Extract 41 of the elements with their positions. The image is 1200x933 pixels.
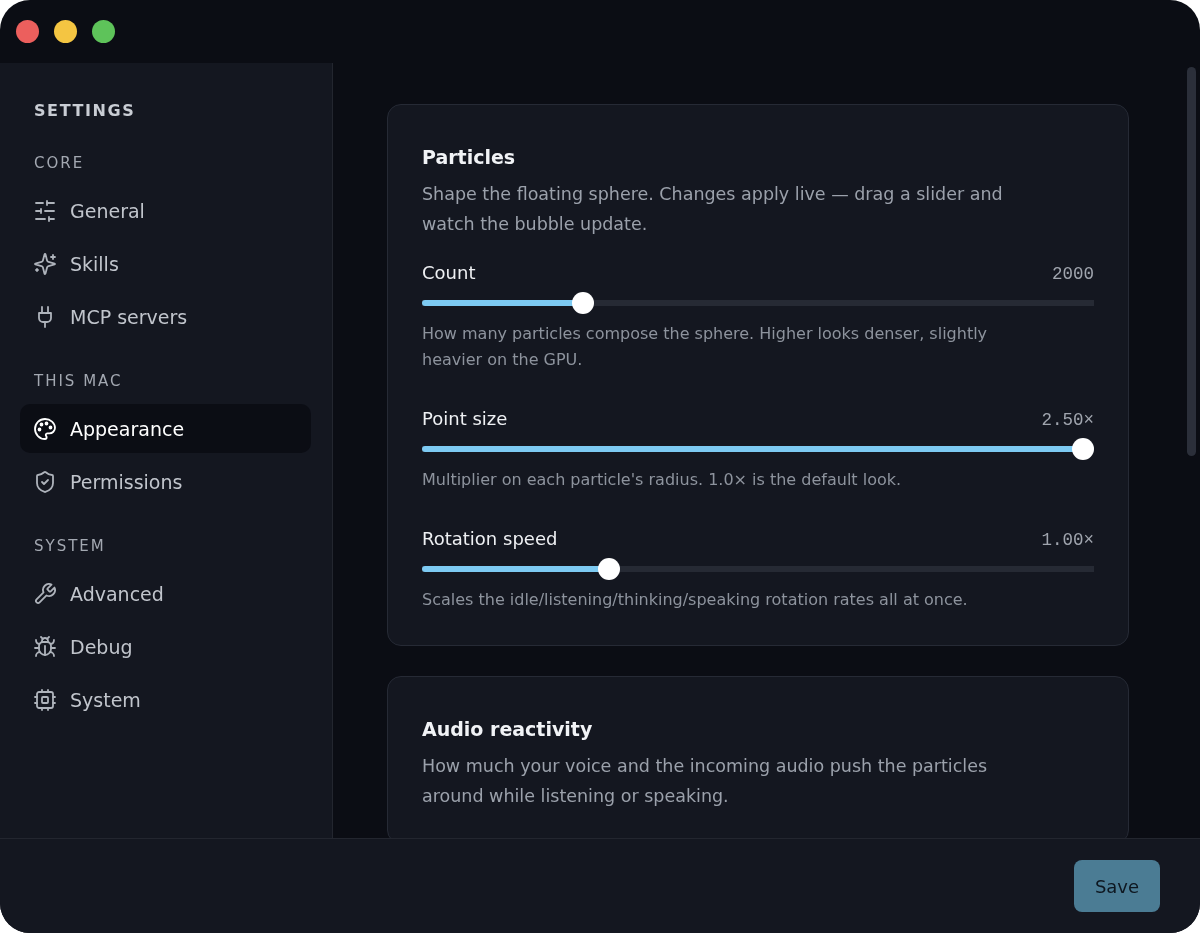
slider-label: Rotation speed [422,527,558,551]
slider-label: Point size [422,407,508,431]
sidebar-item[interactable]: Debug [20,622,311,671]
card-title: Audio reactivity [422,717,594,742]
close-icon[interactable] [16,20,39,43]
card-title: Particles [422,145,517,170]
sparkle-icon [34,252,56,275]
sidebar-heading: SETTINGS [33,100,137,122]
slider-thumb[interactable] [571,292,594,314]
card-description: Shape the floating sphere. Changes apply live — drag a slider and watch the bubble update. [422,183,1004,236]
scrollbar-thumb[interactable] [1187,67,1196,456]
group-label: CORE [33,153,86,174]
palette-icon [34,417,56,440]
slider-thumb[interactable] [597,558,620,580]
group-label: THIS MAC [33,371,124,392]
minimize-icon[interactable] [54,20,77,43]
bug-icon [34,635,56,658]
chip-icon [34,688,56,711]
sidebar-item[interactable]: Appearance [20,404,311,453]
wrench-icon [34,582,56,605]
sidebar-item[interactable]: Permissions [20,457,311,506]
slider-thumb[interactable] [1072,438,1094,460]
maximize-icon[interactable] [92,20,115,43]
plug-icon [38,305,52,328]
slider-help-text: Multiplier on each particle's radius. 1.0× is the default look. [422,469,903,491]
group-label: SYSTEM [33,536,107,557]
sidebar-item[interactable]: Skills [20,239,311,288]
slider-help-text: Scales the idle/listening/thinking/speaking rotation rates all at once. [422,589,969,611]
slider-value: 2.50× [1041,409,1094,432]
slider-help-text: How many particles compose the sphere. Higher looks denser, slightly heavier on the GPU. [422,323,989,371]
card-description: How much your voice and the incoming audio push the particles around while listening or speaking. [422,755,989,808]
shield-check-icon [36,470,54,493]
sidebar-item[interactable]: System [20,675,311,724]
slider-value: 1.00× [1041,529,1094,552]
sidebar-item[interactable]: Advanced [20,569,311,618]
slider-label: Count [422,261,476,285]
sidebar-item[interactable]: MCP servers [20,292,311,341]
sidebar-item[interactable]: General [20,186,311,235]
save-button[interactable]: Save [1074,860,1160,912]
sliders-icon [35,199,55,222]
slider-value: 2000 [1052,263,1094,286]
